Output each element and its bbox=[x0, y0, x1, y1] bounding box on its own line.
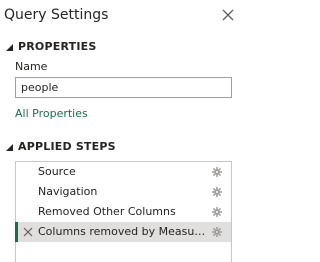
gear-icon[interactable] bbox=[212, 207, 222, 217]
delete-step-icon[interactable] bbox=[23, 227, 33, 237]
collapse-triangle-icon bbox=[6, 44, 13, 51]
step-label: Source bbox=[38, 165, 76, 178]
applied-steps-section-label: APPLIED STEPS bbox=[18, 140, 116, 153]
collapse-triangle-icon bbox=[6, 144, 13, 151]
properties-section-header[interactable]: PROPERTIES bbox=[4, 39, 96, 55]
gear-icon[interactable] bbox=[212, 187, 222, 197]
panel-title: Query Settings bbox=[4, 7, 109, 23]
applied-steps-list: Source Navigation Removed Other Columns … bbox=[15, 161, 232, 262]
applied-steps-section-header[interactable]: APPLIED STEPS bbox=[4, 139, 116, 155]
step-label: Removed Other Columns bbox=[38, 205, 176, 218]
name-label: Name bbox=[15, 60, 48, 73]
step-navigation[interactable]: Navigation bbox=[16, 182, 231, 202]
step-label: Columns removed by Measur... bbox=[38, 225, 206, 238]
all-properties-link[interactable]: All Properties bbox=[15, 106, 88, 122]
step-columns-removed-by-measure[interactable]: Columns removed by Measur... bbox=[15, 222, 231, 242]
step-label: Navigation bbox=[38, 185, 98, 198]
gear-icon[interactable] bbox=[212, 227, 222, 237]
close-icon[interactable] bbox=[220, 7, 236, 23]
name-input[interactable] bbox=[15, 77, 232, 98]
panel-header: Query Settings bbox=[4, 4, 240, 26]
step-source[interactable]: Source bbox=[16, 162, 231, 182]
step-removed-other-columns[interactable]: Removed Other Columns bbox=[16, 202, 231, 222]
properties-section-label: PROPERTIES bbox=[18, 40, 97, 53]
query-settings-panel: Query Settings PROPERTIES Name All Prope… bbox=[0, 0, 243, 262]
gear-icon[interactable] bbox=[212, 167, 222, 177]
